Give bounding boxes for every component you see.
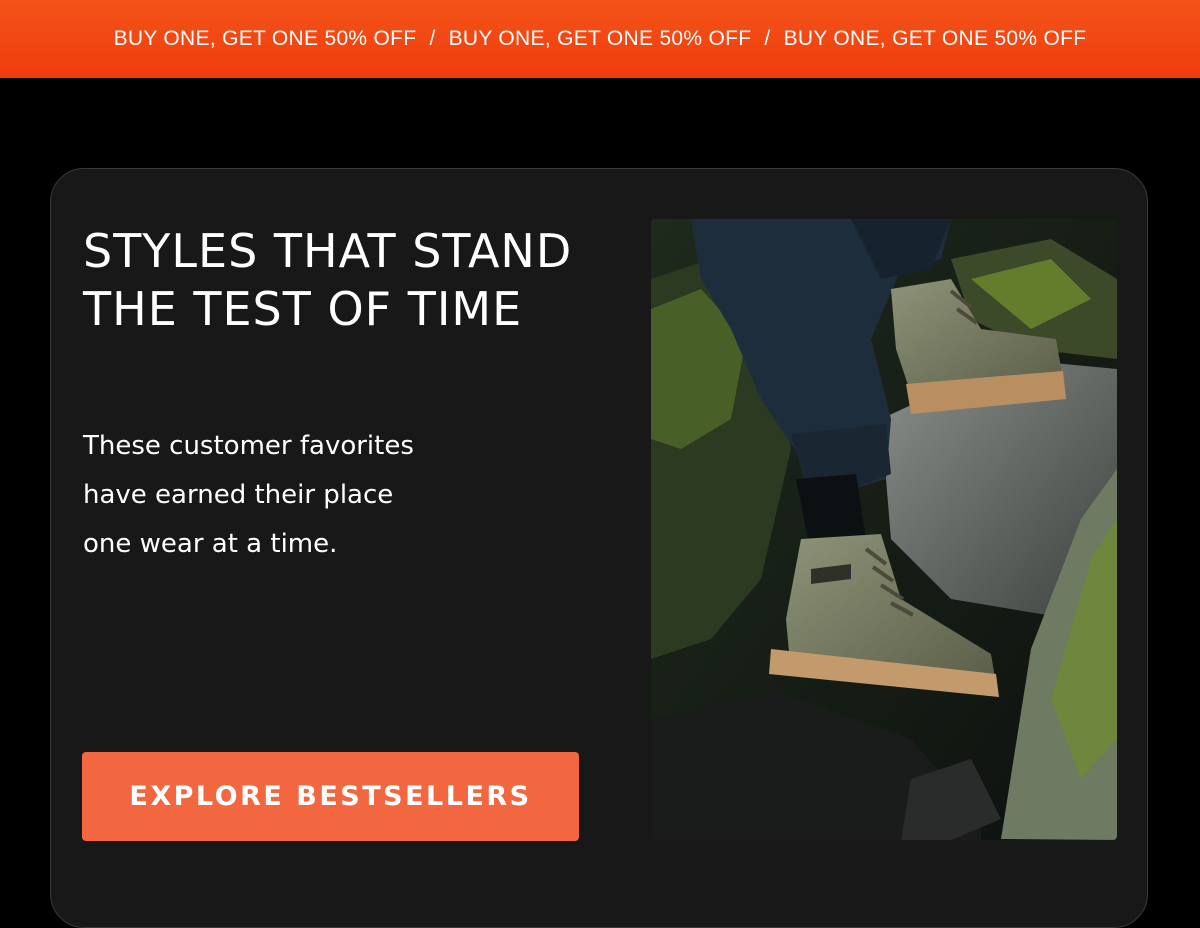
promo-message: BUY ONE, GET ONE 50% OFF [448, 27, 752, 50]
hero-headline: STYLES THAT STAND THE TEST OF TIME [83, 224, 573, 336]
promo-message: BUY ONE, GET ONE 50% OFF [783, 27, 1087, 50]
hero-subcopy: These customer favorites have earned the… [83, 422, 523, 569]
subcopy-line: These customer favorites [83, 431, 414, 461]
boots-on-rocks-image [651, 219, 1117, 840]
promo-separator: / [429, 27, 436, 50]
explore-bestsellers-button[interactable]: EXPLORE BESTSELLERS [82, 752, 579, 841]
promo-message: BUY ONE, GET ONE 50% OFF [113, 27, 417, 50]
promo-marquee: BUY ONE, GET ONE 50% OFF / BUY ONE, GET … [114, 27, 1087, 51]
subcopy-line: have earned their place [83, 480, 394, 510]
subcopy-line: one wear at a time. [83, 529, 338, 559]
hiker-boots-illustration [651, 219, 1117, 840]
promo-separator: / [764, 27, 771, 50]
promo-banner[interactable]: BUY ONE, GET ONE 50% OFF / BUY ONE, GET … [0, 0, 1200, 78]
